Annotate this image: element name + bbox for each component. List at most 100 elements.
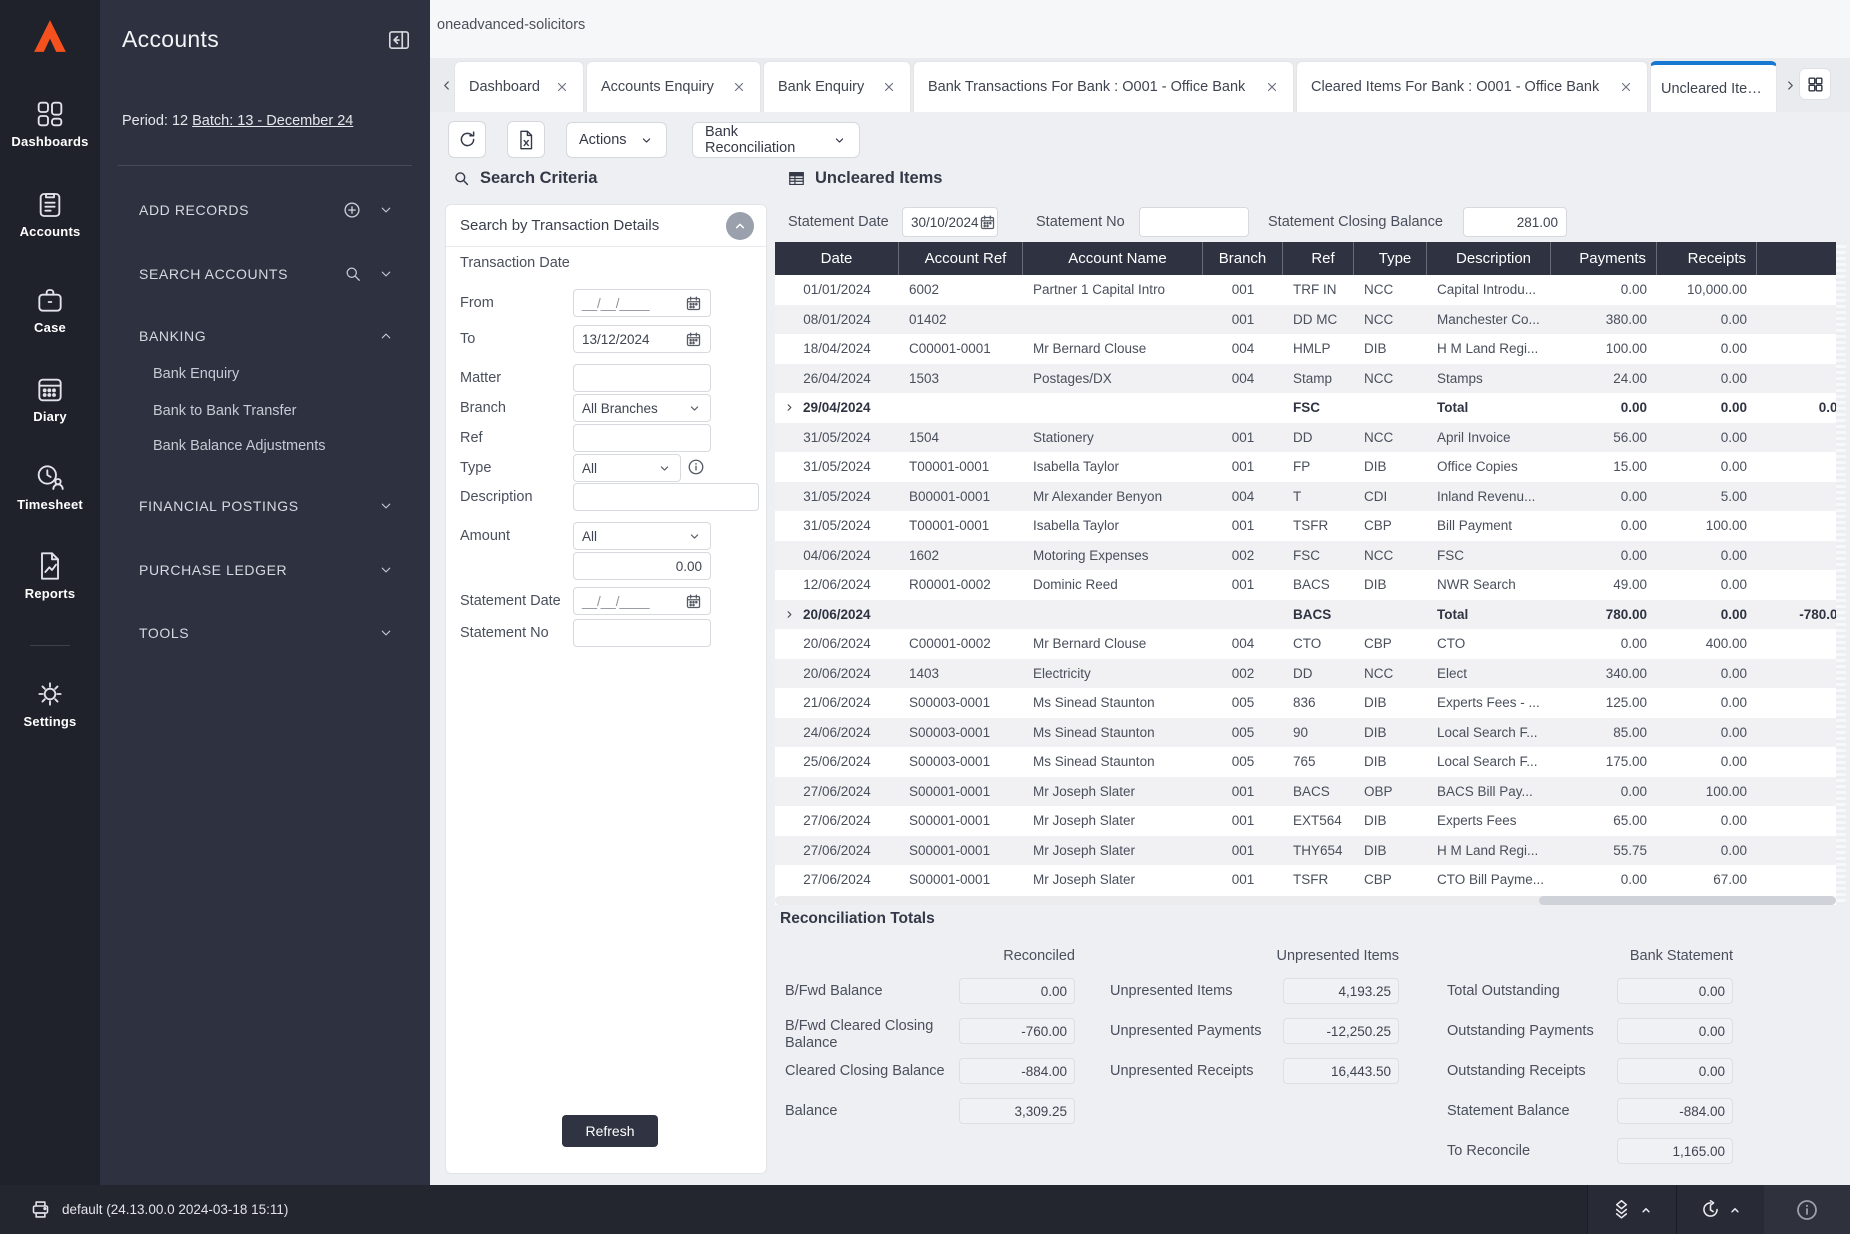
rail-item-timesheet[interactable]: Timesheet: [0, 461, 100, 512]
calendar-icon[interactable]: [979, 214, 996, 231]
sidebar-item-bank-balance-adjustments[interactable]: Bank Balance Adjustments: [153, 433, 326, 459]
chevron-down-icon[interactable]: [377, 497, 395, 515]
sidebar-item-bank-to-bank-transfer[interactable]: Bank to Bank Transfer: [153, 398, 296, 424]
from-date-input[interactable]: __/__/____: [573, 289, 711, 317]
table-row[interactable]: 31/05/2024 B00001-0001 Mr Alexander Benyon…: [775, 481, 1836, 511]
rail-item-case[interactable]: Case: [0, 284, 100, 335]
expand-group-icon[interactable]: [783, 608, 796, 621]
column-header-type[interactable]: Type: [1354, 242, 1427, 275]
sidebar-section-add-records[interactable]: ADD RECORDS: [139, 196, 395, 224]
rail-item-dashboards[interactable]: Dashboards: [0, 98, 100, 149]
table-row[interactable]: 20/06/2024 1403 Electricity 002 DD NCC Elect 34…: [775, 658, 1836, 688]
scrollbar-thumb[interactable]: [1538, 896, 1836, 905]
table-row[interactable]: 24/06/2024 S00003-0001 Ms Sinead Staunton 0…: [775, 717, 1836, 747]
type-info-icon[interactable]: [687, 458, 705, 476]
table-row[interactable]: 25/06/2024 S00003-0001 Ms Sinead Staunton 0…: [775, 747, 1836, 777]
table-row[interactable]: 31/05/2024 T00001-0001 Isabella Taylor 001 T…: [775, 511, 1836, 541]
calendar-icon[interactable]: [685, 295, 702, 312]
sidebar-section-financial-postings[interactable]: FINANCIAL POSTINGS: [139, 492, 395, 520]
stmt-date-input[interactable]: 30/10/2024: [902, 207, 998, 237]
group-total-row[interactable]: 20/06/2024 BACS Total 780.00 0.00 -780.00: [775, 599, 1836, 629]
stmt-closing-balance-input[interactable]: 281.00: [1463, 207, 1567, 237]
sidebar-section-purchase-ledger[interactable]: PURCHASE LEDGER: [139, 556, 395, 584]
batch-link[interactable]: Batch: 13 - December 24: [192, 113, 353, 129]
statement-date-input[interactable]: __/__/____: [573, 587, 711, 615]
column-header-receipts[interactable]: Receipts: [1657, 242, 1757, 275]
tab-uncleared-items[interactable]: Uncleared Items: [1650, 61, 1777, 112]
tabs-scroll-left-icon[interactable]: [438, 77, 455, 94]
rail-item-diary[interactable]: Diary: [0, 373, 100, 424]
chevron-down-icon[interactable]: [377, 624, 395, 642]
close-icon[interactable]: [1265, 80, 1279, 94]
branch-select[interactable]: All Branches: [573, 394, 711, 422]
tab-layout-grid-button[interactable]: [1799, 68, 1831, 100]
sidebar-section-tools[interactable]: TOOLS: [139, 619, 395, 647]
table-row[interactable]: 31/05/2024 1504 Stationery 001 DD NCC April In…: [775, 422, 1836, 452]
expand-group-icon[interactable]: [783, 401, 796, 414]
history-button[interactable]: [1676, 1185, 1764, 1234]
rail-item-settings[interactable]: Settings: [0, 678, 100, 729]
column-header-t[interactable]: T: [1757, 242, 1837, 275]
table-vertical-scrollbar[interactable]: [1836, 242, 1846, 905]
calendar-icon[interactable]: [685, 593, 702, 610]
app-logo-icon[interactable]: [28, 14, 72, 58]
chevron-down-icon[interactable]: [377, 201, 395, 219]
export-excel-button[interactable]: [507, 121, 545, 158]
group-total-row[interactable]: 29/04/2024 FSC Total 0.00 0.00 0.00: [775, 393, 1836, 423]
column-header-payments[interactable]: Payments: [1551, 242, 1657, 275]
tab-bank-enquiry[interactable]: Bank Enquiry: [763, 61, 911, 112]
table-row[interactable]: 27/06/2024 S00001-0001 Mr Joseph Slater 001…: [775, 806, 1836, 836]
sidebar-section-search-accounts[interactable]: SEARCH ACCOUNTS: [139, 260, 395, 288]
calendar-icon[interactable]: [685, 331, 702, 348]
column-header-date[interactable]: Date: [775, 242, 899, 275]
refresh-button[interactable]: Refresh: [562, 1115, 658, 1147]
amount-value-input[interactable]: 0.00: [573, 552, 711, 580]
table-row[interactable]: 04/06/2024 1602 Motoring Expenses 002 FSC NCC…: [775, 540, 1836, 570]
column-header-account-ref[interactable]: Account Ref: [899, 242, 1023, 275]
table-row[interactable]: 18/04/2024 C00001-0001 Mr Bernard Clouse 00…: [775, 334, 1836, 364]
close-icon[interactable]: [555, 80, 569, 94]
refresh-view-button[interactable]: [448, 121, 486, 158]
table-row[interactable]: 20/06/2024 C00001-0002 Mr Bernard Clouse 00…: [775, 629, 1836, 659]
table-row[interactable]: 12/06/2024 R00001-0002 Dominic Reed 001 BACS…: [775, 570, 1836, 600]
chevron-down-icon[interactable]: [377, 561, 395, 579]
tab-bank-transactions-for-bank-o001-office-bank[interactable]: Bank Transactions For Bank : O001 - Offi…: [913, 61, 1294, 112]
actions-dropdown[interactable]: Actions: [566, 122, 667, 158]
table-row[interactable]: 01/01/2024 6002 Partner 1 Capital Intro 001…: [775, 275, 1836, 305]
close-icon[interactable]: [732, 80, 746, 94]
table-row[interactable]: 31/05/2024 T00001-0001 Isabella Taylor 001 F…: [775, 452, 1836, 482]
rail-item-reports[interactable]: Reports: [0, 550, 100, 601]
view-mode-dropdown[interactable]: Bank Reconciliation: [692, 122, 860, 158]
column-header-branch[interactable]: Branch: [1203, 242, 1283, 275]
table-row[interactable]: 27/06/2024 S00001-0001 Mr Joseph Slater 001…: [775, 835, 1836, 865]
table-row[interactable]: 21/06/2024 S00003-0001 Ms Sinead Staunton 0…: [775, 688, 1836, 718]
statement-no-input[interactable]: [573, 619, 711, 647]
stmt-no-input[interactable]: [1139, 207, 1249, 237]
table-horizontal-scrollbar[interactable]: [775, 896, 1836, 905]
table-row[interactable]: 27/06/2024 S00001-0001 Mr Joseph Slater 001…: [775, 776, 1836, 806]
close-icon[interactable]: [882, 80, 896, 94]
table-row[interactable]: 27/06/2024 S00001-0001 Mr Joseph Slater 001…: [775, 865, 1836, 895]
to-date-input[interactable]: 13/12/2024: [573, 325, 711, 353]
type-select[interactable]: All: [573, 454, 681, 482]
sidebar-item-bank-enquiry[interactable]: Bank Enquiry: [153, 361, 239, 387]
matter-input[interactable]: [573, 364, 711, 392]
description-input[interactable]: [573, 483, 759, 511]
rail-item-accounts[interactable]: Accounts: [0, 188, 100, 239]
close-icon[interactable]: [1619, 80, 1633, 94]
table-row[interactable]: 08/01/2024 01402 001 DD MC NCC Manchester Co.…: [775, 304, 1836, 334]
sidebar-section-banking[interactable]: BANKING: [139, 322, 395, 350]
tab-cleared-items-for-bank-o001-office-bank[interactable]: Cleared Items For Bank : O001 - Office B…: [1296, 61, 1648, 112]
tab-dashboard[interactable]: Dashboard: [454, 61, 584, 112]
posting-queue-button[interactable]: [1587, 1185, 1676, 1234]
collapse-search-panel-button[interactable]: [726, 212, 754, 240]
chevron-up-icon[interactable]: [377, 327, 395, 345]
column-header-account-name[interactable]: Account Name: [1023, 242, 1203, 275]
amount-mode-select[interactable]: All: [573, 522, 711, 550]
ref-input[interactable]: [573, 424, 711, 452]
plus-circle-icon[interactable]: [341, 199, 363, 221]
collapse-sidebar-icon[interactable]: [386, 27, 412, 53]
search-icon[interactable]: [343, 264, 363, 284]
column-header-description[interactable]: Description: [1427, 242, 1551, 275]
tab-accounts-enquiry[interactable]: Accounts Enquiry: [586, 61, 761, 112]
